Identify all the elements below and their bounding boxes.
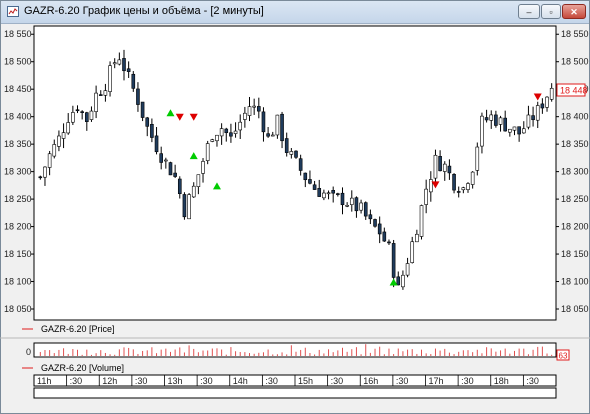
- time-tick-label: 18h: [494, 376, 509, 386]
- price-legend-label: GAZR-6.20 [Price]: [41, 324, 115, 334]
- time-tick-label: :30: [396, 376, 409, 386]
- candle: [419, 204, 424, 240]
- volume-last-label: 63: [559, 352, 568, 361]
- time-tick-label: 15h: [298, 376, 313, 386]
- chart-svg: 18 550 18 500 18 450 18 400 18 350 18 300 18 2…: [0, 25, 590, 399]
- y-tick-label-right: 18 150: [561, 249, 589, 259]
- volume-axis-zero: 0: [26, 347, 31, 357]
- y-tick-label-right: 18 250: [561, 194, 589, 204]
- time-tick-label: :30: [70, 376, 83, 386]
- time-tick-label: 17h: [429, 376, 444, 386]
- y-tick-label-right: 18 050: [561, 304, 589, 314]
- time-tick-label: 13h: [168, 376, 183, 386]
- y-tick-label-left: 18 500: [4, 57, 32, 67]
- candle: [475, 142, 480, 176]
- last-price-label: 18 448: [560, 86, 588, 96]
- y-tick-label-left: 18 200: [4, 222, 32, 232]
- price-axis-left: 18 550 18 500 18 450 18 400 18 350 18 300 18 2…: [4, 29, 34, 314]
- time-tick-label: 11h: [37, 376, 51, 386]
- y-tick-label-right: 18 100: [561, 277, 589, 287]
- time-tick-label: :30: [461, 376, 474, 386]
- time-tick-label: 12h: [102, 376, 117, 386]
- y-tick-label-left: 18 400: [4, 112, 32, 122]
- time-tick-label: :30: [265, 376, 278, 386]
- price-axis-right: 18 55018 50018 45018 40018 35018 30018 2…: [556, 29, 589, 314]
- y-tick-label-right: 18 200: [561, 222, 589, 232]
- y-tick-label-left: 18 450: [4, 84, 32, 94]
- time-tick-label: 14h: [233, 376, 248, 386]
- y-tick-label-left: 18 350: [4, 139, 32, 149]
- y-tick-label-left: 18 550: [4, 29, 32, 39]
- time-tick-label: :30: [331, 376, 344, 386]
- volume-legend-label: GAZR-6.20 [Volume]: [41, 363, 124, 373]
- y-tick-label-right: 18 400: [561, 112, 589, 122]
- time-tick-label: :30: [135, 376, 148, 386]
- candle: [182, 192, 187, 220]
- y-tick-label-left: 18 150: [4, 249, 32, 259]
- candle: [275, 114, 280, 139]
- horizontal-scrollbar[interactable]: [33, 387, 557, 399]
- candle: [205, 140, 210, 165]
- y-tick-label-right: 18 350: [561, 139, 589, 149]
- candle: [452, 173, 456, 194]
- y-tick-label-right: 18 300: [561, 167, 589, 177]
- y-tick-label-left: 18 250: [4, 194, 32, 204]
- y-tick-label-right: 18 500: [561, 57, 589, 67]
- time-tick-label: :30: [526, 376, 539, 386]
- time-tick-label: :30: [200, 376, 213, 386]
- candle: [108, 61, 112, 97]
- y-tick-label-left: 18 050: [4, 304, 32, 314]
- candle: [187, 193, 191, 220]
- y-tick-label-left: 18 100: [4, 277, 32, 287]
- y-tick-label-right: 18 550: [561, 29, 589, 39]
- y-tick-label-left: 18 300: [4, 167, 32, 177]
- time-tick-label: 16h: [363, 376, 378, 386]
- candle: [168, 161, 173, 176]
- candle: [373, 218, 377, 228]
